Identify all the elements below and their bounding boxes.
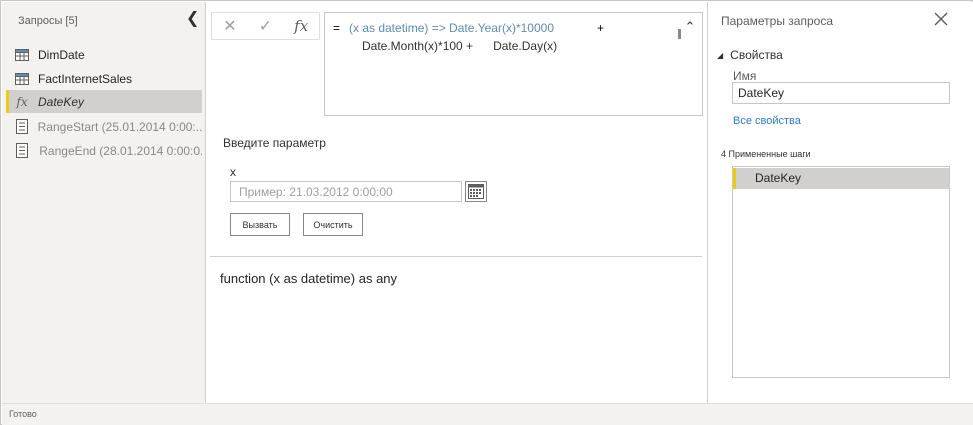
applied-step-item[interactable]: DateKey [733,168,949,189]
queries-pane-header: Запросы [5] [18,15,78,27]
power-query-window: Запросы [5] ❮ DimDate FactInternetSales … [0,0,973,425]
status-bar: Готово [2,403,973,425]
formula-line-1: (x as datetime) => Date.Year(x)*10000 [349,21,555,35]
close-icon[interactable] [932,10,950,28]
all-properties-link[interactable]: Все свойства [733,115,801,127]
fx-icon[interactable]: fx [283,13,319,39]
query-settings-pane: Параметры запроса ◢ Свойства Имя Все сво… [707,2,973,403]
applied-steps-list: DateKey [732,166,950,378]
query-item-label: RangeEnd (28.01.2014 0:00:0... [39,143,202,158]
table-icon [14,71,30,87]
collapse-formula-icon[interactable]: ⌃ [683,20,697,34]
collapse-pane-icon[interactable]: ❮ [186,11,200,27]
query-item-label: DateKey [38,94,85,109]
applied-steps-label: 4 Примененные шаги [721,149,811,159]
query-item-rangestart[interactable]: RangeStart (25.01.2014 0:00:... [6,115,202,138]
parameter-icon [14,119,30,135]
formula-editor[interactable]: = (x as datetime) => Date.Year(x)*10000 … [324,12,703,116]
query-name-input[interactable] [732,82,950,104]
query-item-factinternetsales[interactable]: FactInternetSales [6,67,202,90]
name-label: Имя [733,69,757,83]
queries-pane: Запросы [5] ❮ DimDate FactInternetSales … [2,2,206,403]
parameter-value-input[interactable] [230,181,462,202]
query-item-dimdate[interactable]: DimDate [6,43,202,66]
formula-equals: = [333,21,341,35]
formula-actions: ✕ ✓ fx [211,12,320,40]
query-item-rangeend[interactable]: RangeEnd (28.01.2014 0:00:0... [6,139,202,162]
enter-parameter-title: Введите параметр [223,136,326,150]
parameter-icon [14,143,29,159]
cancel-icon[interactable]: ✕ [212,13,248,39]
status-text: Готово [9,409,37,419]
calendar-icon[interactable] [465,181,487,202]
query-item-label: FactInternetSales [38,71,133,86]
formula-scrollbar[interactable] [678,29,681,39]
clear-button[interactable]: Очистить [303,213,363,236]
expand-triangle-icon: ◢ [717,50,724,60]
properties-label: Свойства [730,48,783,62]
divider [210,256,702,257]
table-icon [14,47,30,63]
commit-icon[interactable]: ✓ [248,13,284,39]
function-icon: fx [16,94,28,109]
function-signature: function (x as datetime) as any [220,271,398,286]
query-item-datekey[interactable]: fx DateKey [6,90,202,113]
query-settings-title: Параметры запроса [721,14,833,28]
invoke-button[interactable]: Вызвать [230,213,290,236]
query-item-label: DimDate [38,47,85,62]
properties-section-toggle[interactable]: ◢ Свойства [717,48,783,62]
parameter-name-label: x [230,165,236,179]
formula-line-1-tail: + [597,21,605,35]
query-item-label: RangeStart (25.01.2014 0:00:... [37,119,202,134]
formula-line-2: Date.Month(x)*100 + Date.Day(x) [362,39,558,53]
